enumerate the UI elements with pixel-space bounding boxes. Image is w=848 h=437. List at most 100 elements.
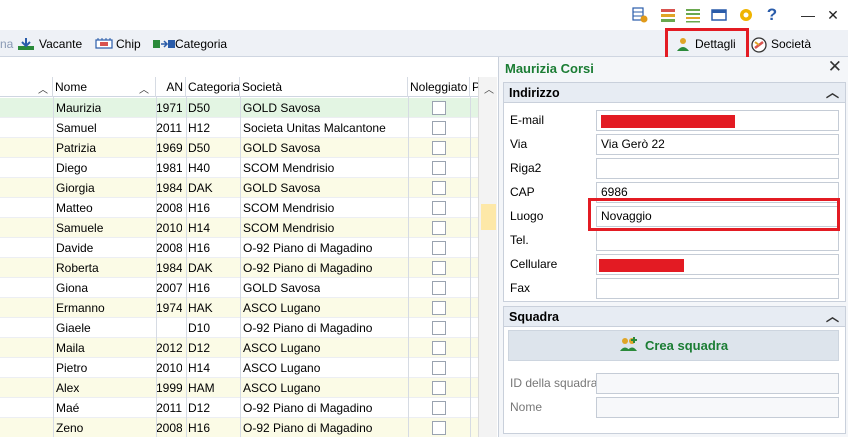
table-row[interactable]: Maila 2012 D12 ASCO Lugano <box>0 338 478 358</box>
table-row[interactable]: Maurizia 1971 D50 GOLD Savosa <box>0 98 478 118</box>
columns-icon[interactable] <box>660 7 676 23</box>
table-row[interactable]: Maé 2011 D12 O-92 Piano di Magadino <box>0 398 478 418</box>
field-via[interactable]: Via Gerò 22 <box>596 134 839 155</box>
field-label: Cellulare <box>510 257 558 271</box>
table-row[interactable]: Ermanno 1974 HAK ASCO Lugano <box>0 298 478 318</box>
swap-category-icon <box>153 37 175 51</box>
window-icon[interactable] <box>711 7 727 23</box>
vacante-button[interactable]: Vacante <box>17 34 82 54</box>
cell-an: 1984 <box>156 181 182 195</box>
col-header-noleggiato[interactable]: Noleggiato <box>408 77 470 97</box>
close-window-button[interactable]: ✕ <box>819 4 847 26</box>
cell-societa: Societa Unitas Malcantone <box>243 121 386 135</box>
col-header-categoria[interactable]: Categoria <box>186 77 240 97</box>
table-row[interactable]: Pietro 2010 H14 ASCO Lugano <box>0 358 478 378</box>
societa-button[interactable]: Società <box>751 34 811 54</box>
chip-icon <box>94 37 113 51</box>
noleggiato-checkbox[interactable] <box>432 381 446 395</box>
table-row[interactable]: Giona 2007 H16 GOLD Savosa <box>0 278 478 298</box>
noleggiato-checkbox[interactable] <box>432 101 446 115</box>
noleggiato-checkbox[interactable] <box>432 341 446 355</box>
cell-an: 2012 <box>156 341 182 355</box>
scrollbar-thumb[interactable] <box>481 204 496 230</box>
field-label: Via <box>510 137 528 151</box>
nome-squadra-field[interactable] <box>596 397 839 418</box>
cell-nome: Patrizia <box>56 141 97 155</box>
cell-nome: Diego <box>56 161 88 175</box>
noleggiato-checkbox[interactable] <box>432 421 446 435</box>
table-row[interactable]: Giaele D10 O-92 Piano di Magadino <box>0 318 478 338</box>
cell-categoria: H40 <box>188 161 211 175</box>
grid-divider <box>470 97 471 437</box>
noleggiato-checkbox[interactable] <box>432 361 446 375</box>
table-row[interactable]: Zeno 2008 H16 O-92 Piano di Magadino <box>0 418 478 437</box>
table-row[interactable]: Davide 2008 H16 O-92 Piano di Magadino <box>0 238 478 258</box>
chip-label: Chip <box>116 37 141 51</box>
col-header-partial[interactable]: ︿ <box>0 77 53 97</box>
field-riga2[interactable] <box>596 158 839 179</box>
minimize-button[interactable]: — <box>794 4 822 26</box>
cell-societa: O-92 Piano di Magadino <box>243 421 373 435</box>
table-row[interactable]: Roberta 1984 DAK O-92 Piano di Magadino <box>0 258 478 278</box>
field-email[interactable] <box>596 110 839 131</box>
col-header-nome[interactable]: Nome ︿ <box>53 77 156 97</box>
noleggiato-checkbox[interactable] <box>432 281 446 295</box>
cell-societa: ASCO Lugano <box>243 341 321 355</box>
squadra-header[interactable]: Squadra ︿ <box>504 307 845 327</box>
noleggiato-checkbox[interactable] <box>432 321 446 335</box>
categoria-button[interactable]: Categoria <box>153 34 227 54</box>
grid-settings-icon[interactable] <box>632 7 648 23</box>
categoria-label: Categoria <box>175 37 228 51</box>
noleggiato-checkbox[interactable] <box>432 221 446 235</box>
noleggiato-checkbox[interactable] <box>432 141 446 155</box>
cell-societa: GOLD Savosa <box>243 181 321 195</box>
field-fax[interactable] <box>596 278 839 299</box>
partial-toolbar-label[interactable]: na <box>0 34 13 54</box>
cell-categoria: H12 <box>188 121 211 135</box>
table-row[interactable]: Patrizia 1969 D50 GOLD Savosa <box>0 138 478 158</box>
cell-nome: Giaele <box>56 321 91 335</box>
noleggiato-checkbox[interactable] <box>432 161 446 175</box>
crea-squadra-button[interactable]: Crea squadra <box>508 330 839 361</box>
noleggiato-checkbox[interactable] <box>432 241 446 255</box>
table-row[interactable]: Samuel 2011 H12 Societa Unitas Malcantone <box>0 118 478 138</box>
grid-scrollbar[interactable]: ︿ <box>478 77 497 437</box>
grid-divider <box>53 97 54 437</box>
field-label: E-mail <box>510 113 545 127</box>
sort-up-icon: ︿ <box>38 85 48 96</box>
cell-categoria: H14 <box>188 361 211 375</box>
add-team-icon <box>619 336 639 355</box>
list-icon[interactable] <box>685 7 701 23</box>
gear-icon[interactable] <box>738 7 754 23</box>
noleggiato-checkbox[interactable] <box>432 121 446 135</box>
noleggiato-checkbox[interactable] <box>432 201 446 215</box>
table-row[interactable]: Diego 1981 H40 SCOM Mendrisio <box>0 158 478 178</box>
field-tel[interactable] <box>596 230 839 251</box>
collapse-icon[interactable]: ︿ <box>826 83 839 103</box>
help-icon[interactable]: ? <box>764 5 780 24</box>
table-row[interactable]: Samuele 2010 H14 SCOM Mendrisio <box>0 218 478 238</box>
cell-societa: ASCO Lugano <box>243 301 321 315</box>
field-label: Luogo <box>510 209 544 223</box>
table-row[interactable]: Giorgia 1984 DAK GOLD Savosa <box>0 178 478 198</box>
cell-societa: O-92 Piano di Magadino <box>243 401 373 415</box>
field-cellulare[interactable] <box>596 254 839 275</box>
noleggiato-checkbox[interactable] <box>432 181 446 195</box>
close-panel-button[interactable]: ✕ <box>828 57 842 77</box>
cell-categoria: D12 <box>188 341 211 355</box>
societa-label: Società <box>771 37 812 51</box>
chip-button[interactable]: Chip <box>94 34 141 54</box>
col-header-societa[interactable]: Società <box>240 77 408 97</box>
indirizzo-header[interactable]: Indirizzo ︿ <box>504 83 845 103</box>
col-header-an[interactable]: AN <box>156 77 186 97</box>
scroll-up-icon[interactable]: ︿ <box>484 81 494 96</box>
table-row[interactable]: Matteo 2008 H16 SCOM Mendrisio <box>0 198 478 218</box>
noleggiato-checkbox[interactable] <box>432 401 446 415</box>
cell-societa: SCOM Mendrisio <box>243 201 335 215</box>
collapse-icon[interactable]: ︿ <box>826 307 839 327</box>
grid-divider <box>156 97 157 437</box>
table-row[interactable]: Alex 1999 HAM ASCO Lugano <box>0 378 478 398</box>
noleggiato-checkbox[interactable] <box>432 261 446 275</box>
noleggiato-checkbox[interactable] <box>432 301 446 315</box>
id-squadra-field[interactable] <box>596 373 839 394</box>
